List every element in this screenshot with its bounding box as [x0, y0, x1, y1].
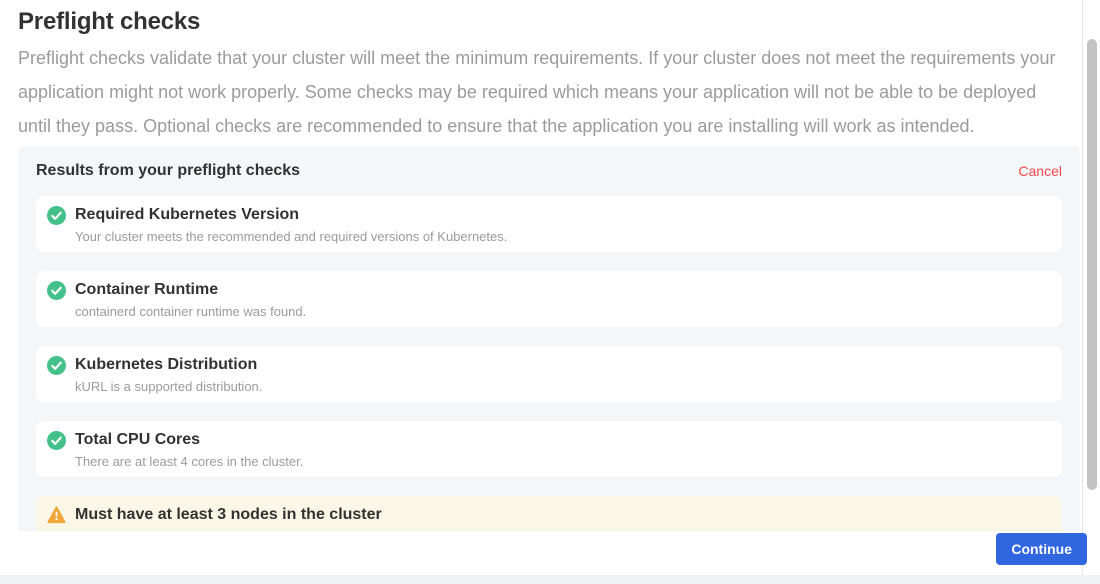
- content: Preflight checks Preflight checks valida…: [0, 0, 1082, 531]
- check-circle-icon: [47, 206, 66, 225]
- page-description: Preflight checks validate that your clus…: [18, 41, 1062, 143]
- check-detail: Your cluster meets the recommended and r…: [75, 229, 507, 244]
- check-title: Total CPU Cores: [75, 430, 303, 449]
- check-card-kubernetes-distribution: Kubernetes Distribution kURL is a suppor…: [36, 346, 1062, 402]
- check-circle-icon: [47, 431, 66, 450]
- check-detail: There are at least 4 cores in the cluste…: [75, 454, 303, 469]
- footer: [0, 531, 1082, 575]
- check-text: Required Kubernetes Version Your cluster…: [75, 205, 507, 244]
- check-card-container-runtime: Container Runtime containerd container r…: [36, 271, 1062, 327]
- check-card-total-cpu-cores: Total CPU Cores There are at least 4 cor…: [36, 421, 1062, 477]
- check-title: Must have at least 3 nodes in the cluste…: [75, 505, 382, 524]
- check-circle-icon: [47, 281, 66, 300]
- check-detail: kURL is a supported distribution.: [75, 379, 262, 394]
- results-heading: Results from your preflight checks: [36, 162, 300, 180]
- cancel-link[interactable]: Cancel: [1018, 163, 1062, 179]
- warning-triangle-icon: [47, 506, 66, 525]
- scroll-area: Preflight checks Preflight checks valida…: [0, 0, 1082, 531]
- preflight-results-panel: Results from your preflight checks Cance…: [18, 146, 1080, 531]
- check-card-required-kubernetes-version: Required Kubernetes Version Your cluster…: [36, 196, 1062, 252]
- check-text: Container Runtime containerd container r…: [75, 280, 306, 319]
- check-title: Required Kubernetes Version: [75, 205, 507, 224]
- check-circle-icon: [47, 356, 66, 375]
- scrollbar[interactable]: [1082, 0, 1100, 575]
- check-detail: containerd container runtime was found.: [75, 304, 306, 319]
- preflight-page: Preflight checks Preflight checks valida…: [0, 0, 1100, 584]
- check-title: Kubernetes Distribution: [75, 355, 262, 374]
- check-text: Must have at least 3 nodes in the cluste…: [75, 505, 382, 531]
- scrollbar-thumb[interactable]: [1087, 39, 1097, 490]
- check-card-node-count-warning: Must have at least 3 nodes in the cluste…: [36, 496, 1062, 531]
- page-title: Preflight checks: [18, 8, 1082, 36]
- check-text: Kubernetes Distribution kURL is a suppor…: [75, 355, 262, 394]
- continue-button[interactable]: Continue: [996, 533, 1087, 565]
- check-text: Total CPU Cores There are at least 4 cor…: [75, 430, 303, 469]
- panel-header: Results from your preflight checks Cance…: [36, 162, 1062, 180]
- check-title: Container Runtime: [75, 280, 306, 299]
- bottom-strip: [0, 575, 1100, 584]
